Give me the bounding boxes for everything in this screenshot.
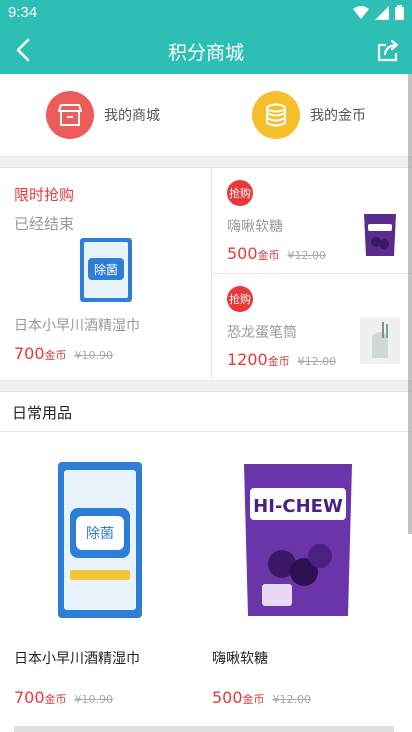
product-name: 日本小早川酒精湿巾 xyxy=(14,651,140,667)
top-bar: 积分商城 xyxy=(0,26,412,74)
flash-badge: 抢购 xyxy=(227,286,253,312)
share-icon[interactable] xyxy=(376,38,402,64)
wet-wipes-image: 除菌 xyxy=(80,238,132,302)
product-card[interactable]: 除菌 日本小早川酒精湿巾 700金币 ¥10.90 xyxy=(0,432,196,722)
original-price: ¥12.00 xyxy=(287,249,327,262)
flash-item-price: 1200金币 ¥12.00 xyxy=(227,350,336,369)
original-price: ¥10.90 xyxy=(74,693,114,706)
price-value: 500 xyxy=(227,244,258,263)
wifi-icon xyxy=(353,5,369,19)
flash-badge: 抢购 xyxy=(227,180,253,206)
product-price: 700金币 ¥10.90 xyxy=(14,688,113,707)
price-value: 1200 xyxy=(227,350,268,369)
flash-sale-tag: 限时抢购 xyxy=(14,186,75,204)
divider xyxy=(0,156,412,168)
my-shop-label: 我的商城 xyxy=(104,108,160,124)
quick-entries: 我的商城 我的金币 xyxy=(0,74,412,156)
flash-item-price: 500金币 ¥12.00 xyxy=(227,244,326,263)
price-unit: 金币 xyxy=(44,349,67,362)
flash-sale-section: 限时抢购 已经结束 除菌 日本小早川酒精湿巾 700金币 ¥10.90 抢购 嗨啾… xyxy=(0,168,412,380)
flash-item[interactable]: 抢购 嗨啾软糖 500金币 ¥12.00 xyxy=(213,168,412,274)
status-bar: 9:34 xyxy=(0,0,412,26)
flash-main-name: 日本小早川酒精湿巾 xyxy=(14,318,140,334)
signal-icon xyxy=(375,5,389,20)
flash-item-name: 恐龙蛋笔筒 xyxy=(227,325,297,341)
section-header: 日常用品 xyxy=(0,392,412,432)
product-price: 500金币 ¥12.00 xyxy=(212,688,311,707)
price-unit: 金币 xyxy=(242,693,265,706)
status-time: 9:34 xyxy=(8,4,38,21)
price-unit: 金币 xyxy=(257,249,280,262)
flash-item[interactable]: 抢购 恐龙蛋笔筒 1200金币 ¥12.00 xyxy=(213,274,412,380)
wipes-brand-text: 除菌 xyxy=(86,526,114,542)
my-shop-button[interactable]: 我的商城 xyxy=(46,90,160,140)
flash-main-price: 700金币 ¥10.90 xyxy=(14,344,113,363)
flash-main-item[interactable]: 限时抢购 已经结束 除菌 日本小早川酒精湿巾 700金币 ¥10.90 xyxy=(0,168,212,380)
candy-image: HI-CHEW xyxy=(244,464,352,616)
battery-icon xyxy=(395,5,404,20)
section-title: 日常用品 xyxy=(12,404,73,422)
coins-icon xyxy=(252,91,300,139)
original-price: ¥12.00 xyxy=(297,355,337,368)
price-value: 700 xyxy=(14,344,45,363)
price-unit: 金币 xyxy=(44,693,67,706)
my-coins-button[interactable]: 我的金币 xyxy=(252,90,366,140)
wet-wipes-image: 除菌 xyxy=(58,462,142,618)
candy-brand-text: HI-CHEW xyxy=(253,496,343,517)
page-title: 积分商城 xyxy=(167,42,244,64)
flash-sale-status: 已经结束 xyxy=(14,215,75,233)
product-name: 嗨啾软糖 xyxy=(212,651,268,667)
price-unit: 金币 xyxy=(267,355,290,368)
next-row-peek xyxy=(14,726,394,732)
price-value: 700 xyxy=(14,688,45,707)
scrollbar[interactable] xyxy=(408,74,412,534)
shop-icon xyxy=(46,91,94,139)
wipes-brand-text: 除菌 xyxy=(94,262,118,277)
flash-item-name: 嗨啾软糖 xyxy=(227,219,283,235)
product-card[interactable]: HI-CHEW 嗨啾软糖 500金币 ¥12.00 xyxy=(198,432,394,722)
original-price: ¥12.00 xyxy=(272,693,312,706)
my-coins-label: 我的金币 xyxy=(310,108,366,124)
candy-thumbnail xyxy=(364,214,396,256)
original-price: ¥10.90 xyxy=(74,349,114,362)
product-grid: 除菌 日本小早川酒精湿巾 700金币 ¥10.90 HI-CHEW 嗨啾软糖 50… xyxy=(0,432,412,732)
price-value: 500 xyxy=(212,688,243,707)
divider xyxy=(0,380,412,392)
status-icons xyxy=(353,5,404,20)
pen-holder-thumbnail xyxy=(360,318,400,364)
